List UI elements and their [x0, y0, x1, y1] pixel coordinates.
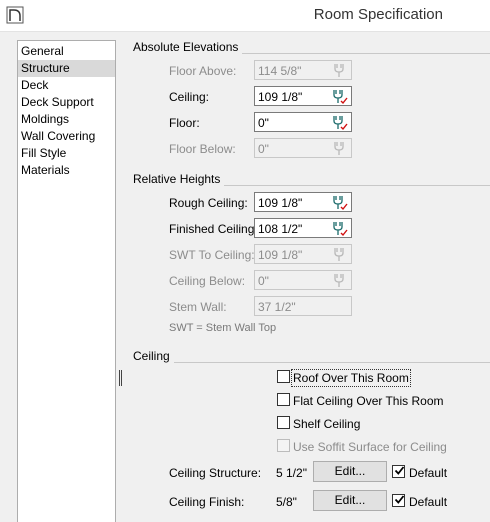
ceiling-structure-value: 5 1/2" — [276, 466, 307, 480]
floor-below-value: 0" — [258, 142, 269, 156]
nav-item-wall-covering[interactable]: Wall Covering — [18, 128, 115, 145]
ceiling-value: 109 1/8" — [258, 90, 303, 104]
finished-ceiling-label: Finished Ceiling: — [169, 222, 258, 236]
swt-to-ceiling-field: 109 1/8" — [254, 244, 352, 264]
nav-item-deck[interactable]: Deck — [18, 77, 115, 94]
group-title-absolute-elevations: Absolute Elevations — [133, 40, 243, 54]
window-title: Room Specification — [313, 6, 443, 23]
floor-above-field: 114 5/8" — [254, 60, 352, 80]
calculator-icon — [334, 64, 344, 77]
ceiling-below-value: 0" — [258, 274, 269, 288]
calculator-icon[interactable] — [331, 88, 348, 105]
floor-field[interactable]: 0" — [254, 112, 352, 132]
rough-ceiling-value: 109 1/8" — [258, 196, 303, 210]
ceiling-finish-default-label[interactable]: Default — [409, 495, 447, 509]
group-divider — [133, 362, 490, 363]
room-spec-icon — [6, 6, 24, 24]
floor-above-value: 114 5/8" — [258, 64, 302, 78]
ceiling-field[interactable]: 109 1/8" — [254, 86, 352, 106]
roof-over-label[interactable]: Roof Over This Room — [291, 369, 411, 387]
nav-item-structure[interactable]: Structure — [18, 60, 115, 77]
nav-item-materials[interactable]: Materials — [18, 162, 115, 179]
ceiling-finish-edit-button[interactable]: Edit... — [313, 490, 387, 511]
calculator-icon[interactable] — [331, 220, 348, 237]
ceiling-structure-default-label[interactable]: Default — [409, 466, 447, 480]
soffit-surface-checkbox — [277, 439, 290, 452]
ceiling-structure-default-checkbox[interactable] — [392, 465, 405, 478]
finished-ceiling-field[interactable]: 108 1/2" — [254, 218, 352, 238]
checkmark-icon — [394, 466, 405, 475]
floor-below-label: Floor Below: — [169, 142, 236, 156]
swt-note: SWT = Stem Wall Top — [169, 322, 277, 334]
splitter-handle[interactable] — [119, 370, 122, 386]
ceiling-below-field: 0" — [254, 270, 352, 290]
calculator-icon — [334, 248, 344, 261]
ceiling-finish-label: Ceiling Finish: — [169, 495, 245, 509]
stem-wall-field: 37 1/2" — [254, 296, 352, 316]
group-title-ceiling: Ceiling — [133, 349, 174, 363]
calculator-icon — [334, 274, 344, 287]
ceiling-label: Ceiling: — [169, 90, 210, 104]
shelf-ceiling-checkbox[interactable] — [277, 416, 290, 429]
swt-to-ceiling-value: 109 1/8" — [258, 248, 303, 262]
ceiling-finish-default-checkbox[interactable] — [392, 494, 405, 507]
nav-item-moldings[interactable]: Moldings — [18, 111, 115, 128]
nav-item-general[interactable]: General — [18, 43, 115, 60]
calculator-icon[interactable] — [331, 194, 348, 211]
nav-item-deck-support[interactable]: Deck Support — [18, 94, 115, 111]
calculator-icon — [334, 142, 344, 155]
calculator-icon[interactable] — [331, 114, 348, 131]
floor-value: 0" — [258, 116, 269, 130]
ceiling-structure-edit-button[interactable]: Edit... — [313, 461, 387, 482]
nav-item-fill-style[interactable]: Fill Style — [18, 145, 115, 162]
rough-ceiling-field[interactable]: 109 1/8" — [254, 192, 352, 212]
rough-ceiling-label: Rough Ceiling: — [169, 196, 248, 210]
stem-wall-label: Stem Wall: — [169, 300, 227, 314]
title-bar: Room Specification — [0, 0, 490, 31]
floor-above-label: Floor Above: — [169, 64, 237, 78]
checkmark-icon — [394, 495, 405, 504]
floor-below-field: 0" — [254, 138, 352, 158]
swt-to-ceiling-label: SWT To Ceiling: — [169, 248, 255, 262]
group-title-relative-heights: Relative Heights — [133, 172, 225, 186]
shelf-ceiling-label[interactable]: Shelf Ceiling — [293, 417, 360, 431]
flat-ceiling-checkbox[interactable] — [277, 393, 290, 406]
floor-label: Floor: — [169, 116, 200, 130]
stem-wall-value: 37 1/2" — [258, 300, 296, 314]
flat-ceiling-label[interactable]: Flat Ceiling Over This Room — [293, 394, 444, 408]
ceiling-finish-value: 5/8" — [276, 495, 297, 509]
soffit-surface-label: Use Soffit Surface for Ceiling — [293, 440, 447, 454]
roof-over-checkbox[interactable] — [277, 370, 290, 383]
ceiling-below-label: Ceiling Below: — [169, 274, 246, 288]
finished-ceiling-value: 108 1/2" — [258, 222, 303, 236]
ceiling-structure-label: Ceiling Structure: — [169, 466, 262, 480]
category-list[interactable]: General Structure Deck Deck Support Mold… — [17, 40, 116, 522]
